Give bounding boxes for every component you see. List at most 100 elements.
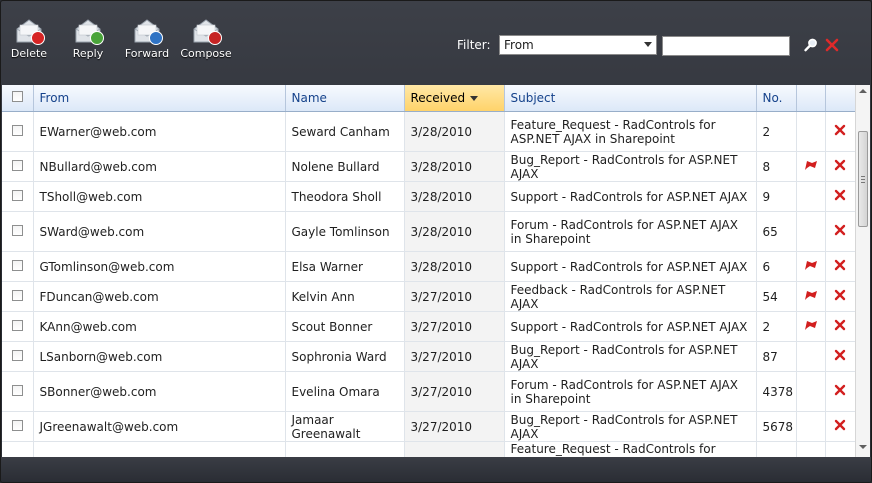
name-cell: Scout Bonner — [285, 311, 405, 342]
flag-icon[interactable] — [803, 320, 819, 334]
flag-cell — [796, 441, 826, 457]
delete-icon[interactable] — [834, 124, 846, 139]
delete-cell — [825, 281, 856, 312]
forward-button[interactable]: Forward — [119, 17, 175, 60]
row-checkbox[interactable] — [11, 384, 23, 396]
clear-filter-icon[interactable] — [824, 37, 840, 53]
row-select-cell — [2, 151, 34, 182]
no-cell: 4378 — [756, 371, 797, 412]
scrollbar-grip — [861, 176, 865, 177]
select-all-header — [2, 85, 34, 112]
status-bar — [1, 457, 871, 482]
delete-cell — [825, 371, 856, 412]
mail-reply-icon — [73, 17, 104, 45]
from-cell: GTomlinson@web.com — [33, 251, 286, 282]
reply-button[interactable]: Reply — [60, 17, 116, 60]
row-checkbox[interactable] — [11, 159, 23, 171]
column-header-name[interactable]: Name — [285, 85, 405, 112]
table-row[interactable]: EWarner@web.com Seward Canham 3/28/2010 Fea… — [2, 111, 856, 152]
row-checkbox[interactable] — [11, 189, 23, 201]
table-row[interactable]: KAnn@web.com Scout Bonner 3/27/2010 Support… — [2, 311, 856, 342]
no-cell: 9 — [756, 181, 797, 212]
delete-cell — [825, 341, 856, 372]
from-cell: FDuncan@web.com — [33, 281, 286, 312]
delete-icon[interactable] — [834, 189, 846, 204]
no-cell: 2 — [756, 111, 797, 152]
table-row[interactable]: LSanborn@web.com Sophronia Ward 3/27/2010 B… — [2, 341, 856, 372]
delete-icon[interactable] — [834, 319, 846, 334]
table-row[interactable]: JGreenawalt@web.com Jamaar Greenawalt 3/27… — [2, 411, 856, 442]
name-cell: Nolene Bullard — [285, 151, 405, 182]
delete-cell — [825, 211, 856, 252]
flag-icon[interactable] — [803, 260, 819, 274]
received-cell: 3/27/2010 — [404, 281, 505, 312]
flag-icon[interactable] — [803, 160, 819, 174]
delete-icon[interactable] — [834, 259, 846, 274]
delete-icon[interactable] — [834, 384, 846, 399]
column-header-delete — [825, 85, 856, 112]
select-all-checkbox[interactable] — [11, 91, 23, 102]
delete-button[interactable]: Delete — [1, 17, 57, 60]
search-icon[interactable] — [803, 37, 819, 53]
row-checkbox[interactable] — [11, 349, 23, 361]
filter-column-value: From — [504, 38, 534, 52]
table-row[interactable]: GTomlinson@web.com Elsa Warner 3/28/2010 Su… — [2, 251, 856, 282]
delete-icon[interactable] — [834, 159, 846, 174]
no-cell: 87 — [756, 341, 797, 372]
delete-icon[interactable] — [834, 224, 846, 239]
from-cell: SWard@web.com — [33, 211, 286, 252]
flag-icon[interactable] — [803, 290, 819, 304]
row-checkbox[interactable] — [11, 419, 23, 431]
delete-cell — [825, 111, 856, 152]
scrollbar-thumb[interactable] — [858, 131, 868, 227]
delete-icon[interactable] — [834, 349, 846, 364]
from-cell: JGreenawalt@web.com — [33, 411, 286, 442]
flag-cell — [796, 311, 826, 342]
column-header-no[interactable]: No. — [756, 85, 797, 112]
from-cell: KAnn@web.com — [33, 311, 286, 342]
table-row[interactable]: SBonner@web.com Evelina Omara 3/27/2010 For… — [2, 371, 856, 412]
row-select-cell — [2, 111, 34, 152]
delete-cell — [825, 411, 856, 442]
column-header-from[interactable]: From — [33, 85, 286, 112]
name-cell: Theodora Sholl — [285, 181, 405, 212]
scroll-down-arrow-icon[interactable] — [859, 445, 867, 449]
from-cell: SBonner@web.com — [33, 371, 286, 412]
delete-icon[interactable] — [834, 419, 846, 434]
row-checkbox[interactable] — [11, 289, 23, 301]
flag-cell — [796, 181, 826, 212]
scrollbar-grip — [861, 182, 865, 183]
no-cell — [756, 441, 797, 457]
flag-cell — [796, 341, 826, 372]
no-cell: 8 — [756, 151, 797, 182]
table-row[interactable]: TSholl@web.com Theodora Sholl 3/28/2010 Sup… — [2, 181, 856, 212]
no-cell: 2 — [756, 311, 797, 342]
name-cell — [285, 441, 405, 457]
table-row[interactable]: Feature_Request - RadControls for ASP.NE… — [2, 441, 856, 457]
from-cell: EWarner@web.com — [33, 111, 286, 152]
vertical-scrollbar[interactable] — [855, 85, 870, 457]
table-row[interactable]: NBullard@web.com Nolene Bullard 3/28/2010 B… — [2, 151, 856, 182]
column-header-subject[interactable]: Subject — [504, 85, 757, 112]
column-header-received[interactable]: Received — [404, 85, 505, 112]
delete-cell — [825, 251, 856, 282]
compose-button[interactable]: Compose — [178, 17, 234, 60]
table-row[interactable]: SWard@web.com Gayle Tomlinson 3/28/2010 For… — [2, 211, 856, 252]
flag-cell — [796, 111, 826, 152]
row-checkbox[interactable] — [11, 259, 23, 271]
filter-text-input[interactable] — [662, 36, 790, 56]
flag-cell — [796, 251, 826, 282]
row-checkbox[interactable] — [11, 224, 23, 236]
name-cell: Evelina Omara — [285, 371, 405, 412]
no-cell: 5678 — [756, 411, 797, 442]
filter-column-select[interactable]: From — [499, 35, 657, 55]
delete-icon[interactable] — [834, 289, 846, 304]
row-select-cell — [2, 311, 34, 342]
scroll-up-arrow-icon[interactable] — [859, 89, 867, 93]
row-checkbox[interactable] — [11, 124, 23, 136]
table-row[interactable]: FDuncan@web.com Kelvin Ann 3/27/2010 Feedba… — [2, 281, 856, 312]
row-checkbox[interactable] — [11, 319, 23, 331]
delete-cell — [825, 181, 856, 212]
subject-cell: Feature_Request - RadControls for ASP.NE… — [504, 111, 757, 152]
flag-cell — [796, 411, 826, 442]
